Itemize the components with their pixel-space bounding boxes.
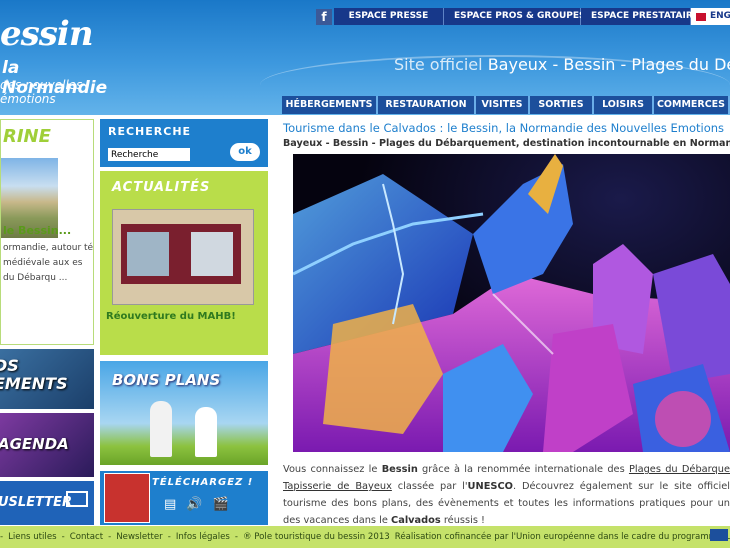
uk-flag-icon [695, 11, 707, 22]
site-footer: - Liens utiles - Contact - Newsletter - … [0, 526, 730, 548]
tapisserie-link[interactable]: Tapisserie de Bayeux [283, 481, 392, 492]
footer-sep: - [234, 532, 238, 542]
nav-restauration[interactable]: RESTAURATION [378, 96, 476, 114]
language-switch[interactable]: ENG [691, 8, 730, 25]
vitrine-title: RINE [3, 126, 51, 147]
cathedral-night-photo [293, 154, 730, 452]
download-box[interactable]: TÉLÉCHARGEZ ! ▤ 🔊 🎬 [100, 471, 268, 525]
search-box: RECHERCHE ok [100, 119, 268, 167]
cathedral-illustration [293, 154, 730, 452]
vitrine-feature-title[interactable]: le Bessin... [3, 224, 71, 237]
news-title: ACTUALITÉS [112, 180, 211, 195]
storefront-window-left [127, 232, 169, 276]
body-text: grâce à la renommée internationale des [417, 464, 629, 475]
vitrine-box[interactable]: RINE le Bessin... ormandie, autour té mé… [0, 119, 94, 345]
events-tile-label: DS EMENTS [0, 356, 68, 393]
download-icons: ▤ 🔊 🎬 [164, 497, 229, 512]
video-icon[interactable]: 🎬 [212, 497, 228, 512]
footer-funding: Réalisation cofinancée par l'Union europ… [394, 532, 730, 542]
newsletter-tile-label: USLETTER [0, 495, 73, 510]
body-text: classée par l' [391, 481, 468, 492]
top-links-bar: f ESPACE PRESSE ESPACE PROS & GROUPES ES… [316, 8, 730, 25]
nav-visites[interactable]: VISITES [476, 96, 530, 114]
footer-link-liens[interactable]: Liens utiles [8, 529, 56, 545]
page-subtitle: Bayeux - Bessin - Plages du Débarquement… [283, 138, 730, 149]
document-icon[interactable]: ▤ [164, 497, 176, 512]
agenda-tile-label: AGENDA [0, 435, 69, 453]
site-logo[interactable]: essin la Normandie des nouvelles émotion… [0, 14, 120, 106]
museum-storefront-image[interactable] [112, 209, 254, 305]
tagline-prefix: Site officiel [394, 55, 483, 74]
footer-link-contact[interactable]: Contact [70, 529, 103, 545]
footer-link-newsletter[interactable]: Newsletter [116, 529, 162, 545]
logo-line1: essin [0, 14, 94, 54]
footer-sep: - [0, 532, 4, 542]
search-title: RECHERCHE [108, 125, 192, 138]
person-figure [195, 407, 217, 457]
download-title: TÉLÉCHARGEZ ! [152, 477, 254, 488]
language-label: ENG [710, 11, 730, 21]
footer-copyright: ® Pole touristique du bessin 2013 [242, 532, 390, 542]
plages-link[interactable]: Plages du Débarque [629, 464, 730, 475]
news-caption[interactable]: Réouverture du MAHB! [106, 311, 236, 322]
search-input[interactable] [108, 148, 190, 161]
newsletter-tile[interactable]: USLETTER [0, 481, 94, 525]
left-column: RINE le Bessin... ormandie, autour té mé… [0, 119, 94, 525]
facebook-icon[interactable]: f [316, 8, 332, 25]
body-text: réussis ! [440, 515, 485, 526]
footer-sep: - [167, 532, 171, 542]
nav-hebergements[interactable]: HÉBERGEMENTS [282, 96, 378, 114]
audio-icon[interactable]: 🔊 [186, 497, 202, 512]
bessin-term: Bessin [381, 464, 418, 475]
page-title: Tourisme dans le Calvados : le Bessin, l… [283, 121, 725, 135]
espace-pros-link[interactable]: ESPACE PROS & GROUPES [444, 8, 586, 25]
storefront-window-right [191, 232, 233, 276]
bons-plans-title: BONS PLANS [112, 371, 221, 389]
site-tagline: Site officiel Bayeux - Bessin - Plages d… [394, 55, 730, 74]
brochure-image[interactable] [104, 473, 150, 523]
site-header: essin la Normandie des nouvelles émotion… [0, 0, 730, 115]
intro-paragraph: Vous connaissez le Bessin grâce à la ren… [283, 461, 730, 529]
events-tile[interactable]: DS EMENTS [0, 349, 94, 409]
footer-sep: - [61, 532, 65, 542]
main-nav: HÉBERGEMENTS RESTAURATION VISITES SORTIE… [282, 96, 730, 114]
eu-flag-icon [710, 529, 728, 541]
main-content: Tourisme dans le Calvados : le Bessin, l… [283, 121, 730, 526]
nav-sorties[interactable]: SORTIES [530, 96, 594, 114]
espace-prestataires-link[interactable]: ESPACE PRESTATAIRES [581, 8, 705, 25]
envelope-icon [66, 491, 88, 507]
person-figure [150, 401, 172, 457]
body-text: Vous connaissez le [283, 464, 382, 475]
nav-commerces[interactable]: COMMERCES [654, 96, 730, 114]
footer-sep: - [108, 532, 112, 542]
agenda-tile[interactable]: AGENDA [0, 413, 94, 477]
nav-loisirs[interactable]: LOISIRS [594, 96, 654, 114]
search-ok-button[interactable]: ok [230, 143, 260, 161]
footer-link-infos[interactable]: Infos légales [176, 529, 230, 545]
bons-plans-box[interactable]: BONS PLANS [100, 361, 268, 465]
logo-line3: des nouvelles émotions [0, 78, 83, 106]
news-box[interactable]: ACTUALITÉS Réouverture du MAHB! [100, 171, 268, 355]
calvados-term: Calvados [391, 515, 441, 526]
espace-presse-link[interactable]: ESPACE PRESSE [334, 8, 444, 25]
vitrine-feature-text: ormandie, autour té médiévale aux es du … [3, 243, 94, 283]
unesco-term: UNESCO [467, 481, 513, 492]
tagline-main: Bayeux - Bessin - Plages du Débarq [487, 55, 730, 74]
